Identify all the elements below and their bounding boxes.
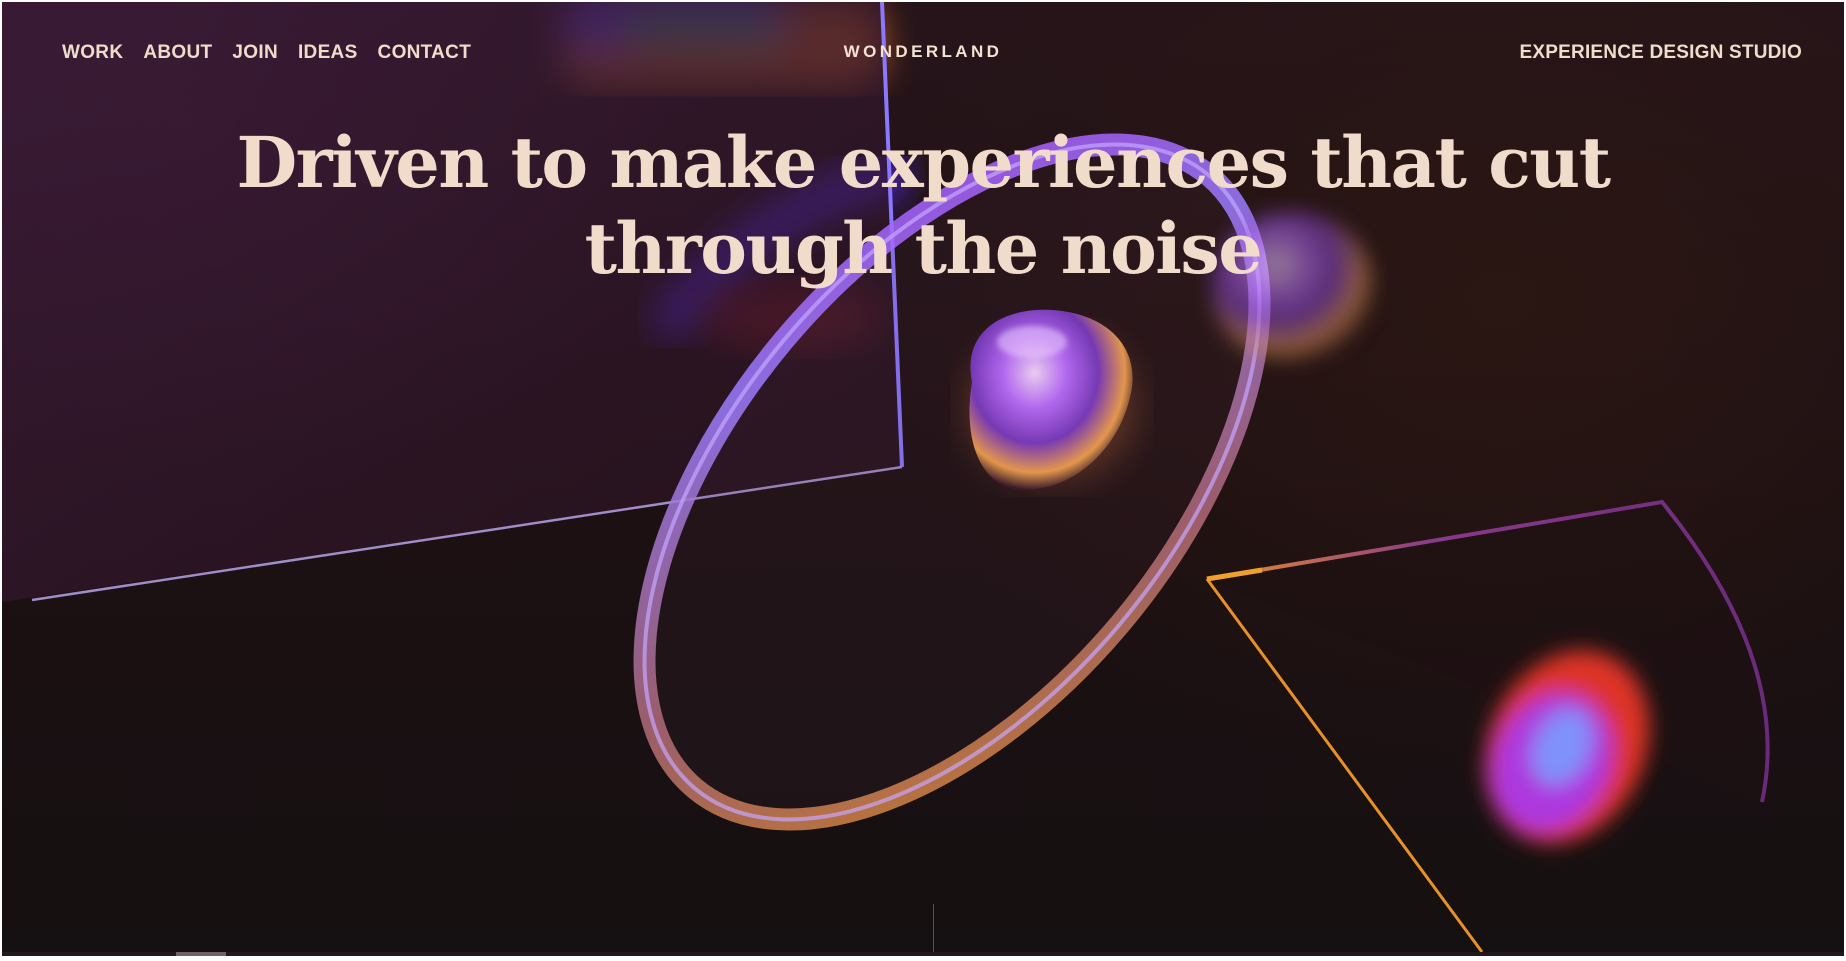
hero-headline-line-1: Driven to make experiences that cut — [236, 121, 1611, 204]
hero-headline-line-2: through the noise — [584, 207, 1263, 290]
scroll-indicator[interactable] — [933, 904, 934, 954]
page-progress-track — [2, 952, 1844, 956]
hero-section: WORK ABOUT JOIN IDEAS CONTACT WONDERLAND… — [2, 2, 1844, 956]
glass-quarter-disc — [1205, 499, 1770, 953]
page-progress-fill — [176, 952, 226, 956]
studio-tagline: EXPERIENCE DESIGN STUDIO — [1519, 42, 1802, 63]
hero-headline: Driven to make experiences that cut thro… — [2, 120, 1844, 292]
